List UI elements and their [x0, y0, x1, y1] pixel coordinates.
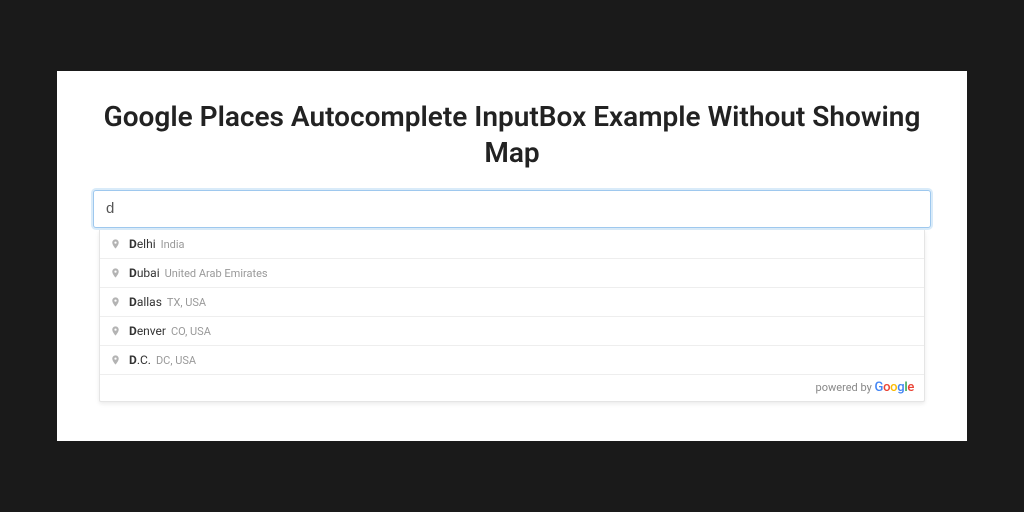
suggestion-secondary: TX, USA [167, 296, 206, 309]
map-pin-icon [110, 324, 121, 338]
suggestion-match: D [129, 324, 137, 338]
map-pin-icon [110, 353, 121, 367]
map-pin-icon [110, 295, 121, 309]
suggestion-rest: allas [137, 295, 162, 309]
suggestion-secondary: India [161, 238, 185, 251]
suggestion-text: Denver CO, USA [129, 324, 211, 338]
attribution-row: powered by Google [100, 374, 924, 401]
page-title: Google Places Autocomplete InputBox Exam… [93, 99, 931, 172]
suggestion-rest: enver [137, 324, 166, 338]
suggestion-match: D [129, 237, 137, 251]
map-pin-icon [110, 266, 121, 280]
places-search-input[interactable] [93, 190, 931, 228]
suggestion-item[interactable]: Dallas TX, USA [100, 287, 924, 316]
suggestion-text: D.C. DC, USA [129, 353, 196, 367]
suggestion-rest: .C. [137, 353, 151, 367]
suggestion-text: Dallas TX, USA [129, 295, 206, 309]
suggestion-secondary: CO, USA [171, 325, 211, 338]
suggestion-item[interactable]: Denver CO, USA [100, 316, 924, 345]
suggestion-rest: elhi [137, 237, 156, 251]
autocomplete-dropdown: Delhi India Dubai United Arab Emirates D… [99, 230, 925, 402]
google-logo: Google [875, 380, 914, 395]
content-panel: Google Places Autocomplete InputBox Exam… [57, 71, 967, 441]
suggestion-item[interactable]: D.C. DC, USA [100, 345, 924, 374]
suggestion-secondary: United Arab Emirates [165, 267, 268, 280]
suggestion-item[interactable]: Delhi India [100, 230, 924, 258]
suggestion-text: Dubai United Arab Emirates [129, 266, 268, 280]
suggestion-match: D [129, 295, 137, 309]
suggestion-rest: ubai [137, 266, 160, 280]
suggestion-item[interactable]: Dubai United Arab Emirates [100, 258, 924, 287]
attribution-prefix: powered by [816, 381, 875, 394]
suggestion-match: D [129, 266, 137, 280]
suggestion-text: Delhi India [129, 237, 185, 251]
suggestion-match: D [129, 353, 137, 367]
map-pin-icon [110, 237, 121, 251]
suggestion-secondary: DC, USA [156, 354, 196, 367]
